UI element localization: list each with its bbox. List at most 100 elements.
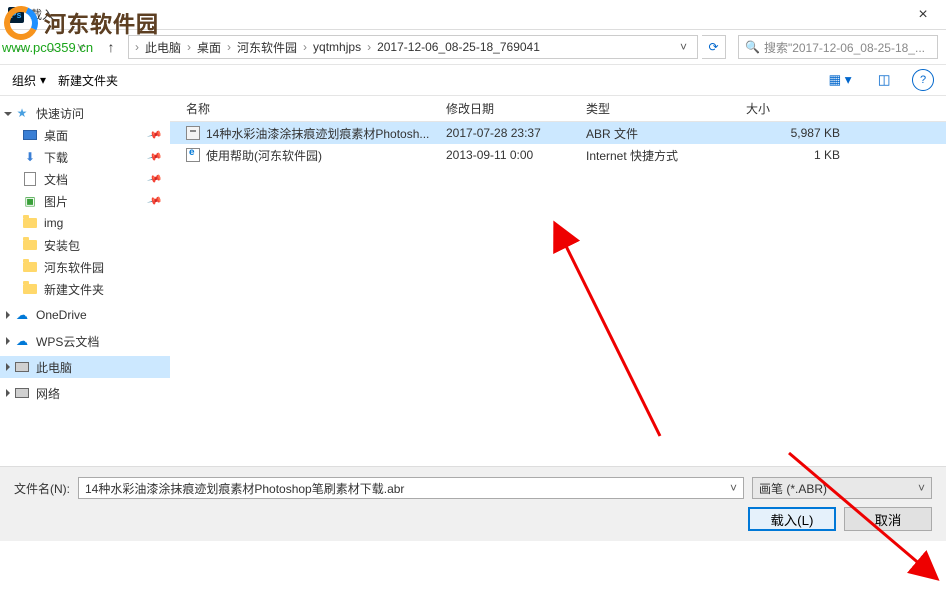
filter-dropdown[interactable]: 画笔 (*.ABR) ˅ [752, 477, 932, 499]
window-title: 载入 [30, 6, 908, 23]
annotation-arrow [560, 236, 680, 449]
sidebar-item-folder[interactable]: 河东软件园 [0, 256, 170, 278]
new-folder-label: 新建文件夹 [58, 72, 118, 89]
breadcrumb-item[interactable]: 桌面 [193, 39, 225, 56]
sidebar-item-folder[interactable]: img [0, 212, 170, 234]
chevron-right-icon: › [187, 40, 191, 54]
file-row[interactable]: 14种水彩油漆涂抹痕迹划痕素材Photosh... 2017-07-28 23:… [170, 122, 946, 144]
sidebar-item-label: 桌面 [44, 127, 68, 144]
chevron-down-icon: ˅ [918, 481, 925, 495]
sidebar-item-label: OneDrive [36, 308, 87, 322]
star-icon: ★ [14, 105, 30, 121]
file-name: 使用帮助(河东软件园) [206, 147, 322, 164]
folder-icon [23, 240, 37, 250]
sidebar-item-label: 下载 [44, 149, 68, 166]
view-mode-button[interactable]: ▦ ▾ [824, 69, 856, 91]
toolbar: 组织 ▾ 新建文件夹 ▦ ▾ ◫ ? [0, 64, 946, 96]
back-button[interactable]: ← [8, 34, 34, 60]
search-placeholder: 搜索"2017-12-06_08-25-18_... [764, 39, 925, 56]
close-button[interactable]: × [908, 0, 938, 30]
sidebar-this-pc[interactable]: 此电脑 [0, 356, 170, 378]
picture-icon: ▣ [22, 193, 38, 209]
open-button[interactable]: 载入(L) [748, 507, 836, 531]
sidebar-item-label: 文档 [44, 171, 68, 188]
col-date[interactable]: 修改日期 [440, 100, 580, 117]
file-row[interactable]: 使用帮助(河东软件园) 2013-09-11 0:00 Internet 快捷方… [170, 144, 946, 166]
breadcrumb-item[interactable]: yqtmhjps [309, 40, 365, 54]
help-button[interactable]: ? [912, 69, 934, 91]
chevron-right-icon: › [367, 40, 371, 54]
col-type[interactable]: 类型 [580, 100, 740, 117]
pin-icon: 📌 [146, 127, 162, 143]
nav-bar: ← → ˅ ↑ › 此电脑 › 桌面 › 河东软件园 › yqtmhjps › … [0, 30, 946, 64]
chevron-right-icon: › [135, 40, 139, 54]
sidebar-item-label: 图片 [44, 193, 68, 210]
desktop-icon [23, 130, 37, 140]
sidebar-item-label: WPS云文档 [36, 333, 99, 350]
folder-icon [23, 218, 37, 228]
cloud-icon: ☁ [14, 307, 30, 323]
chevron-down-icon: ▾ [40, 73, 46, 87]
sidebar-item-desktop[interactable]: 桌面 📌 [0, 124, 170, 146]
sidebar-quick-access[interactable]: ★ 快速访问 [0, 102, 170, 124]
document-icon [24, 172, 36, 186]
organize-button[interactable]: 组织 ▾ [12, 72, 46, 89]
column-headers[interactable]: 名称 修改日期 类型 大小 [170, 96, 946, 122]
folder-icon [23, 284, 37, 294]
pin-icon: 📌 [146, 193, 162, 209]
file-list: 名称 修改日期 类型 大小 14种水彩油漆涂抹痕迹划痕素材Photosh... … [170, 96, 946, 466]
breadcrumb-item[interactable]: 2017-12-06_08-25-18_769041 [373, 40, 544, 54]
search-input[interactable]: 🔍 搜索"2017-12-06_08-25-18_... [738, 35, 938, 59]
network-icon [15, 388, 29, 398]
open-label: 载入(L) [771, 510, 814, 529]
filename-input[interactable]: 14种水彩油漆涂抹痕迹划痕素材Photoshop笔刷素材下载.abr ˅ [78, 477, 744, 499]
download-icon: ⬇ [22, 149, 38, 165]
forward-button: → [38, 34, 64, 60]
cancel-button[interactable]: 取消 [844, 507, 932, 531]
sidebar-item-downloads[interactable]: ⬇ 下载 📌 [0, 146, 170, 168]
sidebar-item-folder[interactable]: 新建文件夹 [0, 278, 170, 300]
chevron-right-icon: › [303, 40, 307, 54]
sidebar-item-pictures[interactable]: ▣ 图片 📌 [0, 190, 170, 212]
sidebar-item-label: 安装包 [44, 237, 80, 254]
file-date: 2013-09-11 0:00 [440, 148, 580, 162]
cancel-label: 取消 [875, 510, 902, 529]
sidebar-item-label: 网络 [36, 385, 60, 402]
sidebar-item-label: 河东软件园 [44, 259, 104, 276]
pin-icon: 📌 [146, 149, 162, 165]
recent-dropdown[interactable]: ˅ [68, 34, 94, 60]
breadcrumb[interactable]: › 此电脑 › 桌面 › 河东软件园 › yqtmhjps › 2017-12-… [128, 35, 698, 59]
col-name[interactable]: 名称 [180, 100, 440, 117]
pin-icon: 📌 [146, 171, 162, 187]
filter-value: 画笔 (*.ABR) [759, 480, 827, 497]
col-size[interactable]: 大小 [740, 100, 860, 117]
titlebar: Ps 载入 × [0, 0, 946, 30]
chevron-down-icon[interactable]: ˅ [730, 481, 737, 495]
up-button[interactable]: ↑ [98, 34, 124, 60]
chevron-right-icon: › [227, 40, 231, 54]
filename-value: 14种水彩油漆涂抹痕迹划痕素材Photoshop笔刷素材下载.abr [85, 480, 404, 497]
breadcrumb-item[interactable]: 河东软件园 [233, 39, 301, 56]
folder-icon [23, 262, 37, 272]
sidebar-item-documents[interactable]: 文档 📌 [0, 168, 170, 190]
file-type: Internet 快捷方式 [580, 147, 740, 164]
sidebar-onedrive[interactable]: ☁ OneDrive [0, 304, 170, 326]
sidebar-item-folder[interactable]: 安装包 [0, 234, 170, 256]
organize-label: 组织 [12, 72, 36, 89]
search-icon: 🔍 [745, 40, 760, 54]
breadcrumb-dropdown[interactable]: ˅ [676, 40, 691, 54]
sidebar-wps-cloud[interactable]: ☁WPS云文档 [0, 330, 170, 352]
sidebar: ★ 快速访问 桌面 📌 ⬇ 下载 📌 文档 📌 ▣ 图片 📌 img 安装包 河东软件园 新… [0, 96, 170, 466]
sidebar-item-label: 新建文件夹 [44, 281, 104, 298]
sidebar-network[interactable]: 网络 [0, 382, 170, 404]
sidebar-item-label: 快速访问 [36, 105, 84, 122]
abr-file-icon [186, 126, 200, 140]
filename-label: 文件名(N): [14, 480, 70, 497]
file-type: ABR 文件 [580, 125, 740, 142]
breadcrumb-item[interactable]: 此电脑 [141, 39, 185, 56]
app-icon: Ps [8, 7, 24, 23]
refresh-button[interactable]: ⟳ [702, 35, 726, 59]
preview-pane-button[interactable]: ◫ [868, 69, 900, 91]
dialog-footer: 文件名(N): 14种水彩油漆涂抹痕迹划痕素材Photoshop笔刷素材下载.a… [0, 466, 946, 541]
new-folder-button[interactable]: 新建文件夹 [58, 72, 118, 89]
